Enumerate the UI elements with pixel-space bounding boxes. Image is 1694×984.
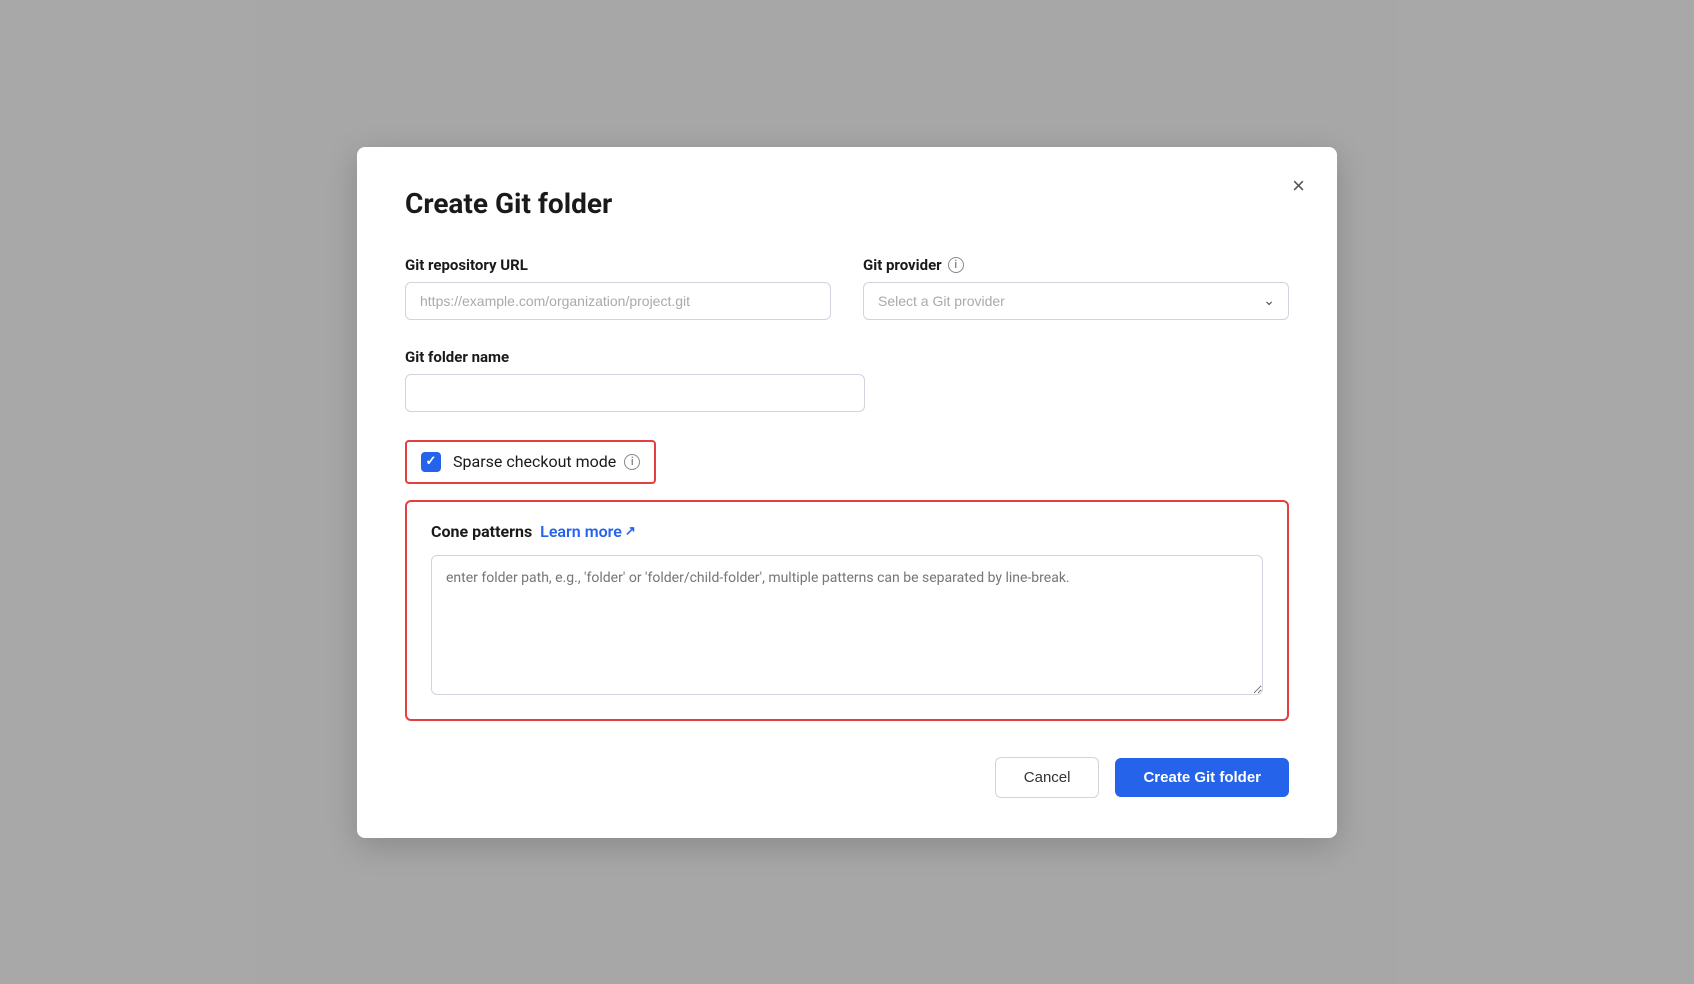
cone-patterns-textarea[interactable] [431, 555, 1263, 695]
checkmark-icon: ✓ [426, 454, 437, 469]
learn-more-link[interactable]: Learn more ↗ [540, 522, 636, 541]
sparse-checkout-label: Sparse checkout mode i [453, 452, 640, 471]
git-provider-select[interactable]: Select a Git provider [863, 282, 1289, 320]
modal-overlay: × Create Git folder Git repository URL G… [0, 0, 1694, 984]
sparse-checkout-highlight-box: ✓ Sparse checkout mode i [405, 440, 656, 484]
create-git-folder-modal: × Create Git folder Git repository URL G… [357, 147, 1337, 838]
cancel-button[interactable]: Cancel [995, 757, 1100, 798]
cone-patterns-section: Cone patterns Learn more ↗ [405, 500, 1289, 721]
sparse-checkout-section: ✓ Sparse checkout mode i [405, 440, 1289, 484]
create-git-folder-button[interactable]: Create Git folder [1115, 758, 1289, 797]
folder-name-group: Git folder name [405, 348, 1289, 412]
sparse-checkout-info-icon: i [624, 454, 640, 470]
url-provider-row: Git repository URL Git provider i Select… [405, 256, 1289, 320]
git-provider-select-wrapper: Select a Git provider ⌄ [863, 282, 1289, 320]
cone-patterns-label: Cone patterns Learn more ↗ [431, 522, 1263, 541]
git-provider-group: Git provider i Select a Git provider ⌄ [863, 256, 1289, 320]
git-url-input[interactable] [405, 282, 831, 320]
git-provider-label: Git provider i [863, 256, 1289, 274]
git-provider-info-icon: i [948, 257, 964, 273]
sparse-checkout-checkbox[interactable]: ✓ [421, 452, 441, 472]
modal-footer: Cancel Create Git folder [405, 757, 1289, 798]
folder-name-label: Git folder name [405, 348, 1289, 366]
git-url-label: Git repository URL [405, 256, 831, 274]
folder-name-row: Git folder name [405, 348, 1289, 412]
close-button[interactable]: × [1288, 171, 1309, 201]
folder-name-input[interactable] [405, 374, 865, 412]
external-link-icon: ↗ [625, 524, 636, 539]
modal-title: Create Git folder [405, 187, 1289, 220]
git-url-group: Git repository URL [405, 256, 831, 320]
